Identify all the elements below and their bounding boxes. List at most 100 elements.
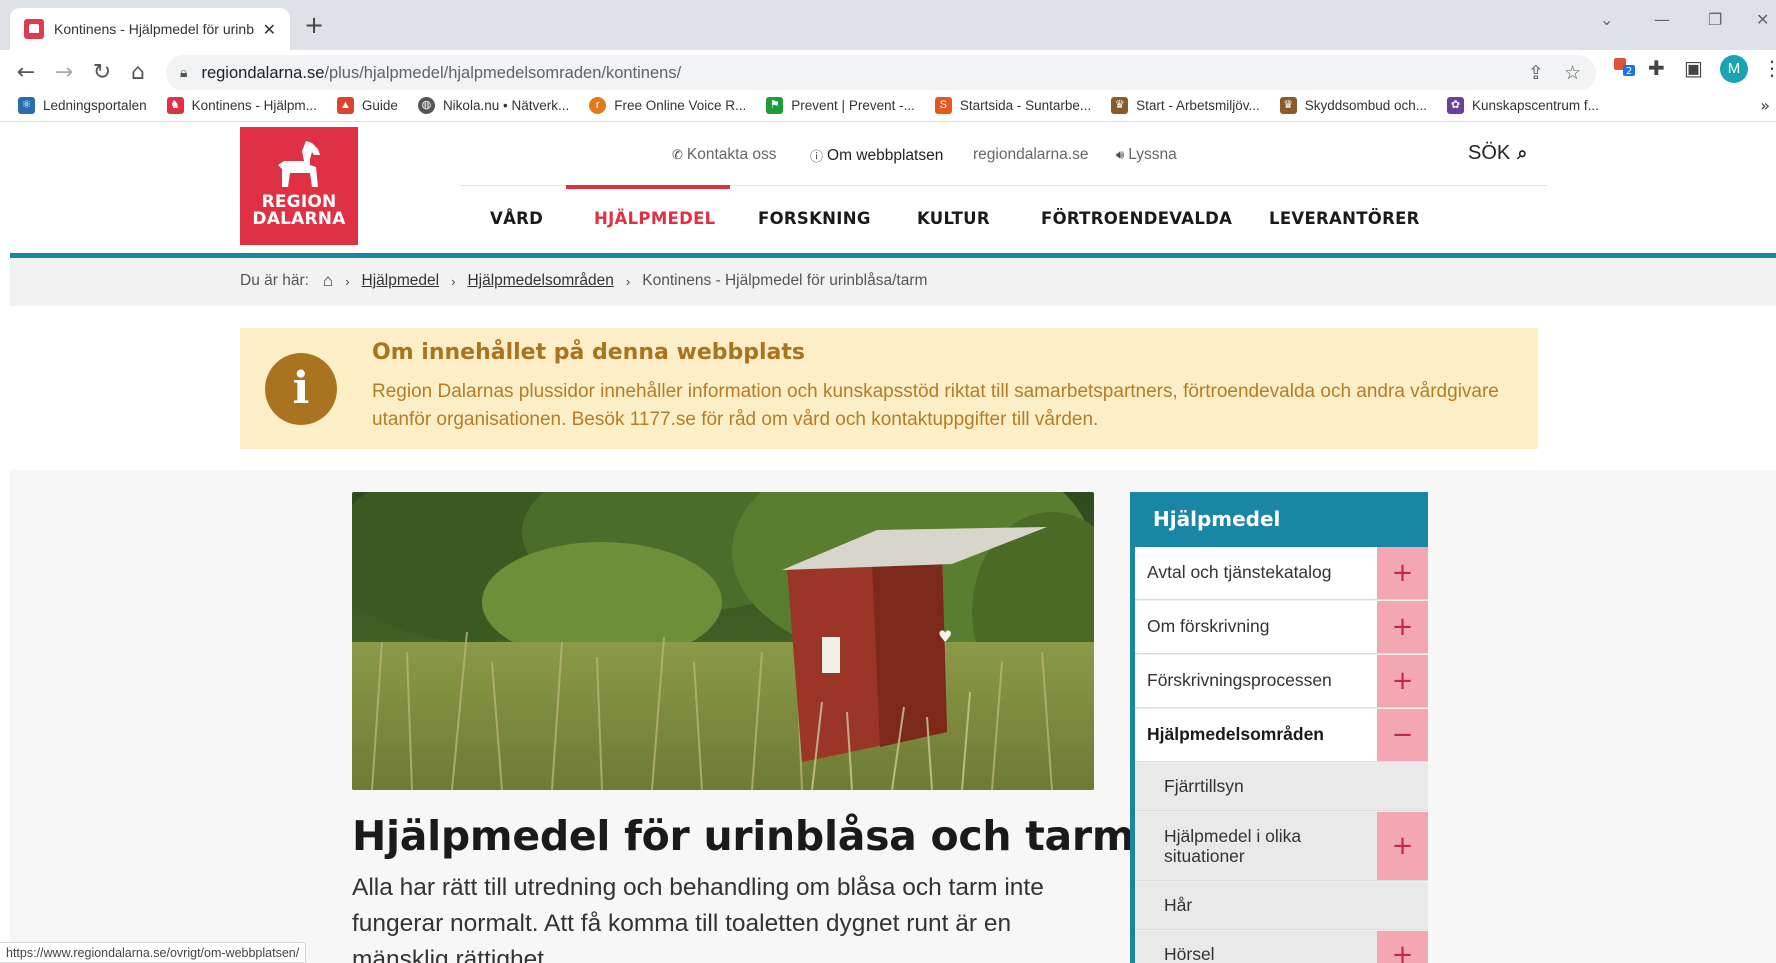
flag-icon: ⚑ (766, 97, 784, 114)
sidebar-item-label: Hjälpmedel i olika situationer (1164, 826, 1302, 866)
bookmark-label: Start - Arbetsmiljöv... (1136, 98, 1260, 113)
profile-avatar[interactable]: M (1720, 55, 1748, 83)
bookmark-label: Guide (361, 98, 398, 113)
region-site-link[interactable]: regiondalarna.se (973, 146, 1088, 164)
tab-title: Kontinens - Hjälpmedel för urinbl (54, 21, 255, 37)
new-tab-button[interactable]: + (300, 12, 328, 38)
expand-plus-icon[interactable]: + (1377, 812, 1428, 880)
svg-text:♥: ♥ (938, 627, 952, 646)
chevron-right-icon: › (345, 273, 350, 289)
breadcrumb-link-hjalpmedel[interactable]: Hjälpmedel (362, 272, 440, 290)
page-title: Hjälpmedel för urinblåsa och tarm (352, 812, 1135, 860)
bookmark-item[interactable]: ♛ Skyddsombud och... (1279, 97, 1428, 114)
region-dalarna-icon: ♞ (166, 97, 184, 114)
reload-icon[interactable]: ↻ (88, 60, 116, 86)
sidebar-nav: Hjälpmedel Avtal och tjänstekatalog + Om… (1130, 492, 1428, 963)
status-bar-url: https://www.regiondalarna.se/ovrigt/om-w… (0, 942, 307, 963)
minimize-icon[interactable]: — (1654, 10, 1670, 29)
more-bookmarks-icon[interactable]: » (1760, 96, 1770, 115)
extension-icon[interactable]: 2 (1612, 54, 1636, 83)
bookmark-label: Free Online Voice R... (614, 98, 747, 113)
lead-paragraph: Alla har rätt till utredning och behandl… (352, 874, 1044, 963)
home-icon[interactable]: ⌂ (323, 271, 333, 291)
nav-kultur[interactable]: KULTUR (917, 209, 990, 228)
star-icon: ✿ (1447, 97, 1465, 114)
nav-leverantorer[interactable]: LEVERANTÖRER (1269, 209, 1420, 228)
sidebar-item-olika-situationer[interactable]: Hjälpmedel i olika situationer + (1135, 812, 1428, 881)
close-tab-icon[interactable]: ✕ (263, 20, 276, 39)
bookmark-label: Startsida - Suntarbe... (959, 98, 1092, 113)
search-icon: ⌕ (1517, 143, 1528, 163)
sidebar-item-hjalpmedelsomraden[interactable]: Hjälpmedelsområden − (1135, 709, 1428, 762)
breadcrumb-link-hjalpmedelsomraden[interactable]: Hjälpmedelsområden (467, 272, 613, 290)
nav-hjalpmedel[interactable]: HJÄLPMEDEL (594, 209, 716, 228)
expand-plus-icon[interactable]: + (1377, 655, 1428, 707)
bookmark-item[interactable]: ♞ Kontinens - Hjälpm... (166, 97, 317, 114)
address-bar[interactable]: 🔒︎ regiondalarna.se/plus/hjalpmedel/hjal… (166, 55, 1596, 91)
sidebar-item-horsel[interactable]: Hörsel + (1135, 931, 1428, 963)
url-path: /plus/hjalpmedel/hjalpmedelsomraden/kont… (324, 63, 682, 82)
collapse-minus-icon[interactable]: − (1377, 709, 1428, 761)
bookmark-item[interactable]: ⚛ Ledningsportalen (18, 97, 147, 114)
bookmark-item[interactable]: S Startsida - Suntarbe... (934, 97, 1092, 114)
nav-fortroendevalda[interactable]: FÖRTROENDEVALDA (1041, 209, 1232, 228)
phone-icon: ✆ (672, 147, 683, 162)
contact-link[interactable]: ✆ Kontakta oss (672, 146, 777, 164)
bookmark-item[interactable]: ♛ Start - Arbetsmiljöv... (1111, 97, 1260, 114)
atom-icon: ⚛ (18, 97, 35, 114)
notice-text: Region Dalarnas plussidor innehåller inf… (372, 381, 1499, 430)
expand-plus-icon[interactable]: + (1377, 601, 1428, 653)
expand-plus-icon[interactable]: + (1377, 547, 1428, 599)
guide-icon: ▲ (336, 97, 354, 114)
bookmark-item[interactable]: ▲ Guide (336, 97, 398, 114)
sidebar-item-label: Om förskrivning (1147, 616, 1270, 636)
bookmark-label: Prevent | Prevent -... (791, 98, 915, 113)
active-nav-indicator (566, 185, 730, 189)
sidebar-item-label: Avtal och tjänstekatalog (1147, 562, 1332, 582)
forward-icon[interactable]: → (50, 60, 78, 86)
expand-plus-icon[interactable]: + (1377, 931, 1428, 963)
sidebar-item-forskrivningsprocessen[interactable]: Förskrivningsprocessen + (1135, 655, 1428, 708)
sidebar-item-fjarrtillsyn[interactable]: Fjärrtillsyn (1135, 763, 1428, 811)
bookmark-star-icon[interactable]: ☆ (1564, 62, 1581, 84)
sidebar-item-har[interactable]: Hår (1135, 882, 1428, 930)
chevron-right-icon: › (451, 273, 456, 289)
bookmark-item[interactable]: r Free Online Voice R... (589, 97, 746, 114)
browser-tab[interactable]: Kontinens - Hjälpmedel för urinbl ✕ (10, 8, 290, 50)
extensions-puzzle-icon[interactable]: ✚ (1648, 56, 1665, 80)
sidebar-item-avtal[interactable]: Avtal och tjänstekatalog + (1135, 547, 1428, 600)
share-icon[interactable]: ⇪ (1528, 62, 1544, 84)
listen-link[interactable]: 🔊︎ Lyssna (1116, 146, 1177, 164)
globe-icon: ◍ (417, 97, 435, 114)
info-icon: i (265, 353, 337, 425)
breadcrumb-prefix: Du är här: (240, 272, 309, 289)
bookmark-item[interactable]: ⚑ Prevent | Prevent -... (766, 97, 915, 114)
menu-kebab-icon[interactable]: ⋮ (1762, 56, 1776, 80)
extension-badge: 2 (1626, 66, 1632, 77)
suntarbe-icon: S (934, 97, 952, 114)
back-icon[interactable]: ← (12, 60, 40, 86)
sidebar-heading[interactable]: Hjälpmedel (1130, 492, 1428, 547)
dala-horse-icon (278, 141, 320, 187)
nav-forskning[interactable]: FORSKNING (758, 209, 871, 228)
sidebar-item-label: Hår (1164, 895, 1193, 915)
bookmark-label: Skyddsombud och... (1304, 98, 1428, 113)
notice-title: Om innehållet på denna webbplats (372, 340, 805, 365)
tab-search-icon[interactable]: ⌄ (1600, 10, 1613, 29)
region-dalarna-logo[interactable]: REGION DALARNA (240, 127, 358, 245)
nav-vard[interactable]: VÅRD (490, 209, 543, 228)
breadcrumb: Du är här: ⌂ › Hjälpmedel › Hjälpmedelso… (240, 271, 927, 291)
restore-icon[interactable]: ❐ (1708, 10, 1722, 29)
about-site-link[interactable]: ⓘ Om webbplatsen (810, 146, 943, 165)
bookmark-item[interactable]: ✿ Kunskapscentrum f... (1447, 97, 1599, 114)
bookmark-item[interactable]: ◍ Nikola.nu • Nätverk... (417, 97, 570, 114)
close-window-icon[interactable]: ✕ (1756, 10, 1769, 29)
side-panel-icon[interactable]: ▣ (1684, 56, 1703, 80)
bookmark-label: Nikola.nu • Nätverk... (442, 98, 570, 113)
search-button[interactable]: SÖK ⌕ (1468, 142, 1527, 165)
home-icon[interactable]: ⌂ (124, 60, 152, 86)
sidebar-item-om-forskrivning[interactable]: Om förskrivning + (1135, 601, 1428, 654)
breadcrumb-bar: Du är här: ⌂ › Hjälpmedel › Hjälpmedelso… (10, 258, 1776, 306)
lock-icon[interactable]: 🔒︎ (180, 65, 187, 81)
logo-text: REGION DALARNA (252, 192, 346, 229)
